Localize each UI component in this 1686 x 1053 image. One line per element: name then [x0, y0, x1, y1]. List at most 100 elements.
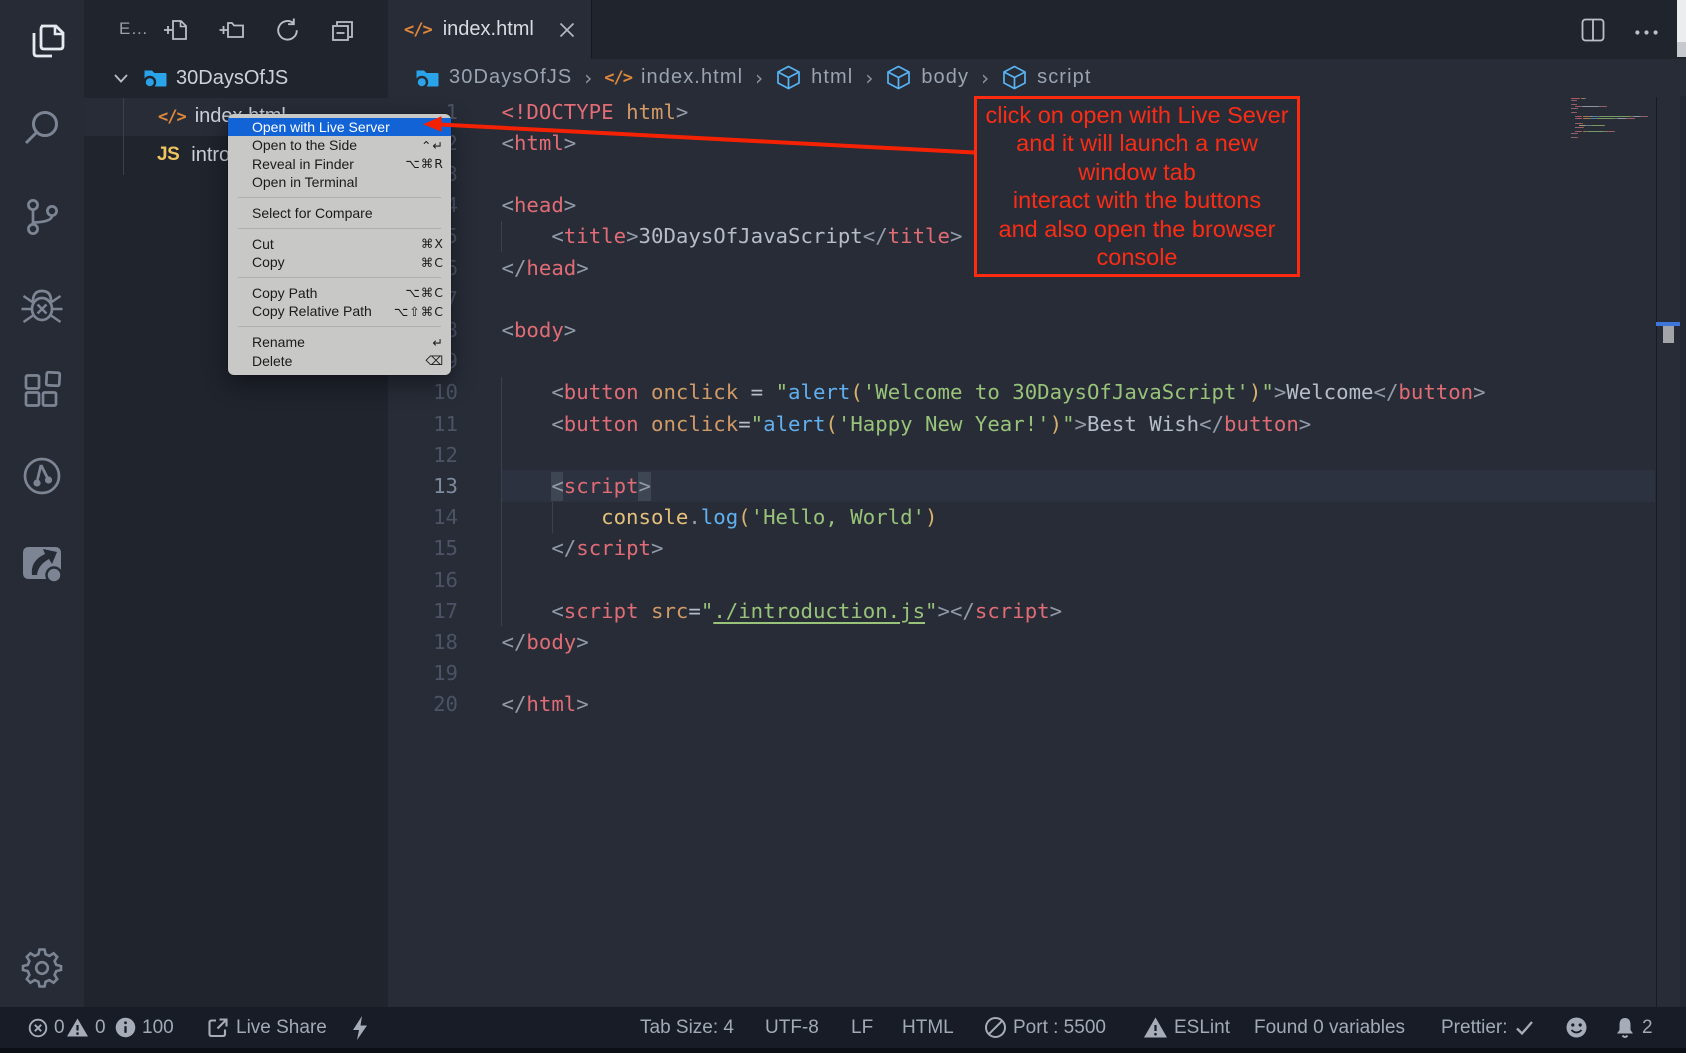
activity-circle-branch[interactable]: [0, 442, 84, 510]
activity-settings-gear[interactable]: [0, 934, 84, 1002]
scrollbar-thumb[interactable]: [1663, 326, 1675, 343]
status-label: 0: [54, 1017, 65, 1039]
menu-item-shortcut: ⌥⌘R: [405, 156, 444, 171]
menu-separator: [238, 326, 441, 327]
status-found-0-variables[interactable]: Found 0 variables: [1254, 1007, 1405, 1048]
code-line-6: </head>: [502, 253, 589, 284]
new-file-icon[interactable]: [163, 17, 190, 44]
collapse-all-icon[interactable]: [329, 17, 356, 44]
warning-triangle-icon: [66, 1017, 89, 1038]
code-token: [502, 474, 552, 498]
lightning-bolt-icon: [349, 1015, 371, 1041]
code-token: script: [564, 474, 639, 498]
tree-item-folder[interactable]: 30DaysOfJS: [84, 59, 388, 98]
code-token: button: [1398, 380, 1473, 404]
menu-item-select-for-compare[interactable]: Select for Compare: [228, 204, 451, 223]
minimap-line: [1576, 131, 1582, 132]
code-token: body: [514, 318, 564, 342]
menu-item-shortcut: ⌃↵: [421, 138, 444, 153]
menu-item-open-with-live-server[interactable]: Open with Live Server: [228, 118, 451, 137]
menu-item-reveal-in-finder[interactable]: Reveal in Finder⌥⌘R: [228, 155, 451, 174]
code-token: alert: [763, 412, 825, 436]
status-0[interactable]: 0: [28, 1007, 65, 1048]
circle-slash-icon: [984, 1016, 1007, 1039]
status-live-share[interactable]: Live Share: [206, 1007, 327, 1048]
code-token: script: [975, 599, 1050, 623]
minimap-line: [1628, 118, 1634, 119]
folder-icon: [414, 65, 440, 91]
status-port-5500[interactable]: Port : 5500: [984, 1007, 1106, 1048]
breadcrumb-item[interactable]: body: [921, 66, 969, 89]
status-tab-size-4[interactable]: Tab Size: 4: [640, 1007, 734, 1048]
tab-label: index.html: [443, 18, 534, 41]
menu-item-copy-relative-path[interactable]: Copy Relative Path⌥⇧⌘C: [228, 302, 451, 321]
breadcrumb: 30DaysOfJS›</>index.html› html› body› sc…: [388, 59, 1686, 96]
activity-search[interactable]: [0, 93, 84, 161]
status-utf-8[interactable]: UTF-8: [765, 1007, 819, 1048]
code-token: .: [688, 505, 700, 529]
status-html[interactable]: HTML: [902, 1007, 954, 1048]
menu-item-shortcut: ⌥⌘C: [405, 285, 444, 300]
more-actions-icon[interactable]: [1634, 24, 1659, 42]
close-icon[interactable]: [556, 19, 578, 41]
menu-separator: [238, 197, 441, 198]
breadcrumb-item[interactable]: index.html: [641, 66, 743, 89]
error-circle-icon: [28, 1018, 48, 1038]
line-number: 11: [408, 409, 458, 440]
code-token: Best Wish: [1087, 412, 1199, 436]
code-line-18: </body>: [502, 627, 589, 658]
page-scrollbar-thumb[interactable]: [1677, 42, 1686, 57]
activity-share-pen[interactable]: [0, 528, 84, 596]
menu-item-cut[interactable]: Cut⌘X: [228, 234, 451, 253]
code-token: ./introduction.js: [713, 599, 925, 623]
window-bottom-edge: [0, 1048, 1686, 1053]
symbol-icon: [885, 64, 912, 91]
code-token: ": [925, 599, 937, 623]
code-token: <: [551, 412, 563, 436]
status-0[interactable]: 0: [66, 1007, 106, 1048]
code-token: >: [1274, 380, 1286, 404]
code-token: <: [551, 380, 563, 404]
split-editor-icon[interactable]: [1581, 18, 1605, 47]
activity-debug[interactable]: [0, 271, 84, 339]
page-scrollbar[interactable]: [1677, 0, 1686, 42]
breadcrumb-item[interactable]: 30DaysOfJS: [449, 66, 572, 89]
tab-index-html[interactable]: </> index.html: [388, 0, 592, 59]
tree-folder-label: 30DaysOfJS: [176, 67, 288, 90]
minimap[interactable]: [1571, 96, 1686, 1007]
minimap-line: [1583, 116, 1590, 117]
menu-item-open-to-the-side[interactable]: Open to the Side⌃↵: [228, 136, 451, 155]
menu-item-copy[interactable]: Copy⌘C: [228, 253, 451, 272]
code-token: >: [1473, 380, 1485, 404]
status-eslint[interactable]: ESLint: [1143, 1007, 1230, 1048]
explorer-header: E…: [84, 0, 388, 59]
status-lightning-bolt[interactable]: [349, 1007, 371, 1048]
menu-item-open-in-terminal[interactable]: Open in Terminal: [228, 173, 451, 192]
activity-source-control[interactable]: [0, 183, 84, 251]
menu-item-delete[interactable]: Delete⌫: [228, 351, 451, 370]
breadcrumb-item[interactable]: html: [811, 66, 853, 89]
minimap-line: [1571, 98, 1580, 99]
code-token: >: [576, 630, 588, 654]
menu-item-label: Copy: [252, 254, 285, 270]
refresh-icon[interactable]: [274, 17, 301, 44]
menu-item-copy-path[interactable]: Copy Path⌥⌘C: [228, 284, 451, 303]
status-2[interactable]: 2: [1614, 1007, 1653, 1048]
js-icon: JS: [157, 144, 179, 166]
breadcrumb-item[interactable]: script: [1037, 66, 1091, 89]
minimap-line: [1576, 123, 1582, 124]
code-line-1: <!DOCTYPE html>: [502, 97, 689, 128]
activity-files[interactable]: [0, 6, 84, 74]
status-label: Prettier:: [1441, 1017, 1508, 1039]
minimap-line: [1604, 125, 1605, 126]
annotation-text: console: [977, 243, 1297, 271]
menu-item-rename[interactable]: Rename↵: [228, 333, 451, 352]
activity-extensions[interactable]: [0, 357, 84, 425]
status-smiley[interactable]: [1565, 1007, 1588, 1048]
status-prettier-[interactable]: Prettier:: [1441, 1007, 1535, 1048]
status-lf[interactable]: LF: [851, 1007, 873, 1048]
new-folder-icon[interactable]: [219, 17, 246, 44]
status-100[interactable]: 100: [115, 1007, 174, 1048]
code-token: ): [1249, 380, 1261, 404]
menu-item-shortcut: ⌥⇧⌘C: [394, 304, 444, 319]
